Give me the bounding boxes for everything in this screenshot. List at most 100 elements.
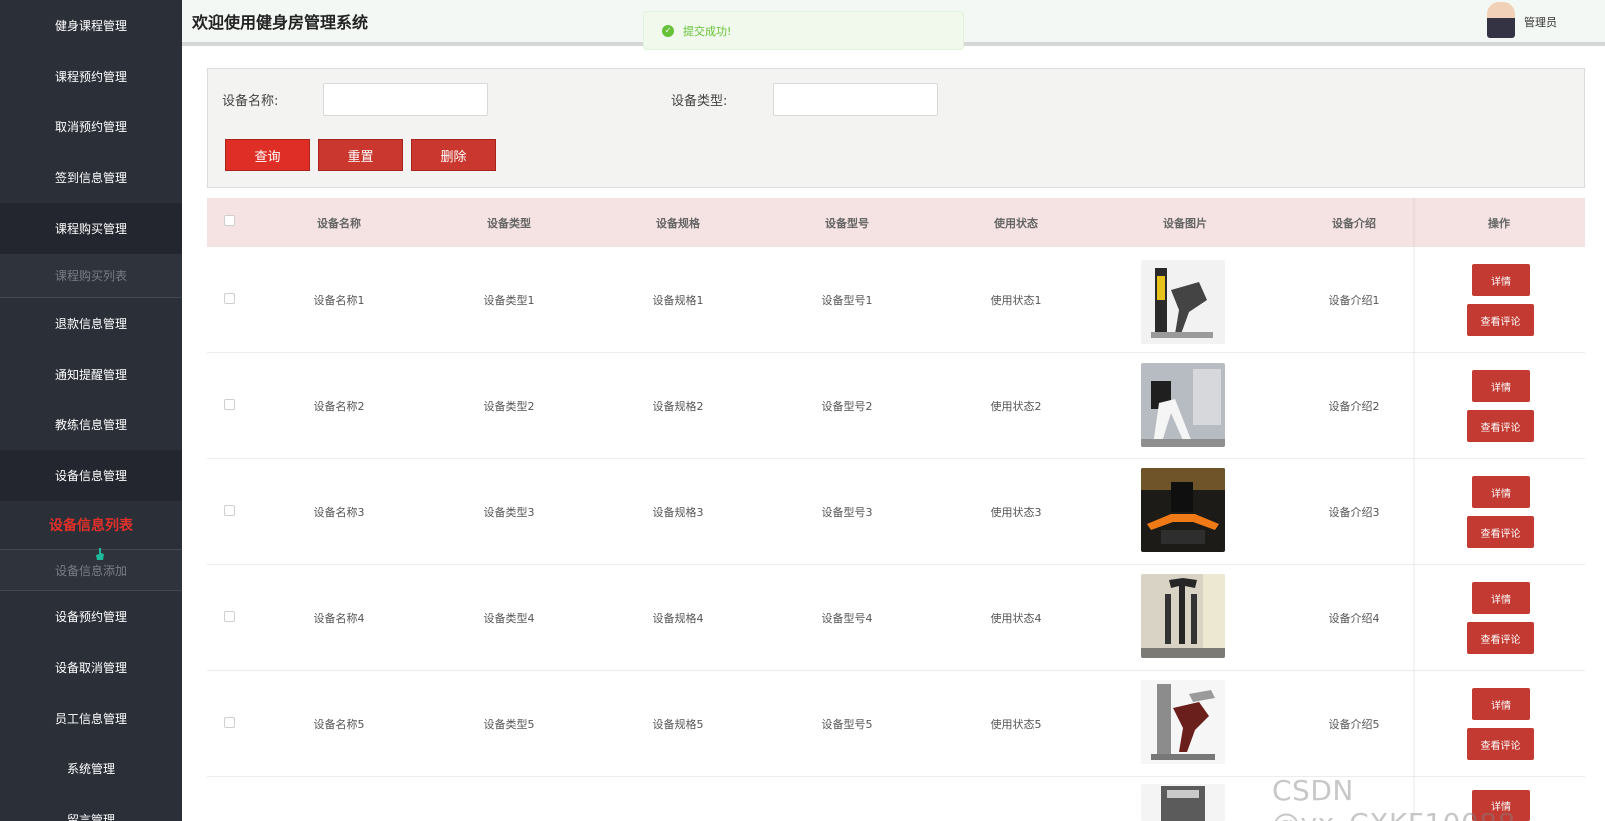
cell-type: 设备类型1 bbox=[483, 293, 535, 307]
sidebar-subitem-course-purchase-list[interactable]: 课程购买列表 bbox=[0, 253, 182, 298]
query-button[interactable]: 查询 bbox=[225, 139, 310, 171]
sidebar-item-checkin[interactable]: 签到信息管理 bbox=[0, 152, 182, 203]
table-row: 设备名称2 设备类型2 设备规格2 设备型号2 使用状态2 设备介绍2 详情 查… bbox=[207, 353, 1585, 459]
cell-status: 使用状态3 bbox=[990, 505, 1042, 519]
equipment-name-label: 设备名称: bbox=[222, 94, 279, 109]
sidebar-item-label: 取消预约管理 bbox=[54, 120, 127, 135]
cell-type: 设备类型5 bbox=[483, 717, 535, 731]
cell-type: 设备类型3 bbox=[483, 505, 535, 519]
cell-model: 设备型号1 bbox=[821, 293, 873, 307]
cell-spec: 设备规格5 bbox=[652, 717, 704, 731]
column-header-model[interactable]: 设备型号 bbox=[762, 198, 932, 247]
column-header-actions: 操作 bbox=[1488, 216, 1510, 230]
cell-name: 设备名称4 bbox=[313, 611, 365, 625]
sidebar-subitem-equipment-list[interactable]: 设备信息列表 bbox=[0, 501, 182, 549]
sidebar-item-cancel-booking[interactable]: 取消预约管理 bbox=[0, 102, 182, 153]
equipment-name-input[interactable] bbox=[323, 83, 488, 116]
column-header-image[interactable]: 设备图片 bbox=[1100, 198, 1270, 247]
cell-model: 设备型号5 bbox=[821, 717, 873, 731]
view-comments-button[interactable]: 查看评论 bbox=[1467, 622, 1534, 654]
sidebar-item-coach[interactable]: 教练信息管理 bbox=[0, 400, 182, 451]
sidebar-item-equipment-booking[interactable]: 设备预约管理 bbox=[0, 591, 182, 642]
user-name[interactable]: 管理员 bbox=[1524, 14, 1557, 30]
watermark: CSDN @vx_CXKF10088 bbox=[1272, 774, 1515, 821]
cell-model: 设备型号2 bbox=[821, 399, 873, 413]
equipment-thumbnail[interactable] bbox=[1141, 680, 1225, 764]
cell-name: 设备名称1 bbox=[313, 293, 365, 307]
table-row: 设备名称4 设备类型4 设备规格4 设备型号4 使用状态4 设备介绍4 详情 查… bbox=[207, 565, 1585, 671]
sidebar-item-equipment[interactable]: 设备信息管理 bbox=[0, 450, 182, 502]
cell-type: 设备类型4 bbox=[483, 611, 535, 625]
row-checkbox[interactable] bbox=[224, 293, 235, 304]
sidebar-item-course-purchase[interactable]: 课程购买管理 bbox=[0, 203, 182, 254]
sidebar-item-label: 设备取消管理 bbox=[54, 660, 127, 675]
view-comments-button[interactable]: 查看评论 bbox=[1467, 410, 1534, 442]
sidebar-item-refund[interactable]: 退款信息管理 bbox=[0, 298, 182, 349]
row-checkbox[interactable] bbox=[224, 505, 235, 516]
sidebar-item-label: 设备信息列表 bbox=[49, 518, 133, 535]
table-row: 设备名称1 设备类型1 设备规格1 设备型号1 使用状态1 设备介绍1 详情 查… bbox=[207, 247, 1585, 353]
select-all-checkbox[interactable] bbox=[224, 215, 235, 226]
detail-button[interactable]: 详情 bbox=[1472, 476, 1530, 508]
equipment-type-label: 设备类型: bbox=[671, 94, 728, 109]
sidebar-item-equipment-cancel[interactable]: 设备取消管理 bbox=[0, 642, 182, 693]
cell-name: 设备名称2 bbox=[313, 399, 365, 413]
column-header-status[interactable]: 使用状态 bbox=[932, 198, 1100, 247]
row-checkbox[interactable] bbox=[224, 717, 235, 728]
success-toast: ✓ 提交成功! bbox=[643, 11, 964, 50]
view-comments-button[interactable]: 查看评论 bbox=[1467, 304, 1534, 336]
sidebar-item-label: 通知提醒管理 bbox=[54, 367, 127, 382]
sidebar-item-label: 设备信息管理 bbox=[54, 469, 127, 484]
equipment-thumbnail[interactable] bbox=[1141, 260, 1225, 344]
sidebar-item-label: 健身课程管理 bbox=[54, 18, 127, 33]
detail-button[interactable]: 详情 bbox=[1472, 582, 1530, 614]
avatar[interactable] bbox=[1487, 2, 1515, 38]
equipment-thumbnail[interactable] bbox=[1141, 784, 1225, 821]
cell-spec: 设备规格1 bbox=[652, 293, 704, 307]
column-header-spec[interactable]: 设备规格 bbox=[594, 198, 762, 247]
sidebar-item-label: 员工信息管理 bbox=[54, 711, 127, 726]
sidebar-subitem-equipment-add[interactable]: 设备信息添加 bbox=[0, 549, 182, 592]
sidebar-item-label: 签到信息管理 bbox=[54, 171, 127, 186]
sidebar-item-label: 课程购买列表 bbox=[54, 268, 127, 283]
equipment-thumbnail[interactable] bbox=[1141, 468, 1225, 552]
page-title: 欢迎使用健身房管理系统 bbox=[192, 13, 369, 32]
cell-status: 使用状态1 bbox=[990, 293, 1042, 307]
detail-button[interactable]: 详情 bbox=[1472, 370, 1530, 402]
sidebar: 健身课程管理 课程预约管理 取消预约管理 签到信息管理 课程购买管理 课程购买列… bbox=[0, 0, 182, 821]
reset-button[interactable]: 重置 bbox=[318, 139, 403, 171]
equipment-type-input[interactable] bbox=[773, 83, 938, 116]
row-checkbox[interactable] bbox=[224, 611, 235, 622]
cell-spec: 设备规格3 bbox=[652, 505, 704, 519]
equipment-thumbnail[interactable] bbox=[1141, 363, 1225, 447]
row-checkbox[interactable] bbox=[224, 399, 235, 410]
detail-button[interactable]: 详情 bbox=[1472, 264, 1530, 296]
view-comments-button[interactable]: 查看评论 bbox=[1467, 516, 1534, 548]
cell-spec: 设备规格2 bbox=[652, 399, 704, 413]
cell-status: 使用状态4 bbox=[990, 611, 1042, 625]
cell-model: 设备型号3 bbox=[821, 505, 873, 519]
fixed-column-divider bbox=[1413, 198, 1416, 821]
sidebar-item-messages[interactable]: 留言管理 bbox=[0, 794, 182, 821]
sidebar-item-label: 留言管理 bbox=[66, 813, 115, 821]
sidebar-item-label: 系统管理 bbox=[66, 762, 115, 777]
column-header-type[interactable]: 设备类型 bbox=[424, 198, 594, 247]
sidebar-item-staff[interactable]: 员工信息管理 bbox=[0, 693, 182, 744]
cell-spec: 设备规格4 bbox=[652, 611, 704, 625]
delete-button[interactable]: 删除 bbox=[411, 139, 496, 171]
sidebar-item-notification[interactable]: 通知提醒管理 bbox=[0, 349, 182, 400]
sidebar-item-label: 课程购买管理 bbox=[54, 222, 127, 237]
table-row: 设备名称3 设备类型3 设备规格3 设备型号3 使用状态3 设备介绍3 详情 查… bbox=[207, 459, 1585, 565]
cell-name: 设备名称5 bbox=[313, 717, 365, 731]
cell-model: 设备型号4 bbox=[821, 611, 873, 625]
sidebar-item-fitness-course[interactable]: 健身课程管理 bbox=[0, 0, 182, 51]
sidebar-item-system[interactable]: 系统管理 bbox=[0, 744, 182, 795]
sidebar-item-course-booking[interactable]: 课程预约管理 bbox=[0, 51, 182, 102]
detail-button[interactable]: 详情 bbox=[1472, 688, 1530, 720]
column-header-name[interactable]: 设备名称 bbox=[254, 198, 424, 247]
equipment-thumbnail[interactable] bbox=[1141, 574, 1225, 658]
sidebar-item-label: 教练信息管理 bbox=[54, 418, 127, 433]
view-comments-button[interactable]: 查看评论 bbox=[1467, 728, 1534, 760]
search-panel: 设备名称: 设备类型: 查询 重置 删除 bbox=[207, 68, 1585, 188]
check-circle-icon: ✓ bbox=[662, 24, 674, 37]
